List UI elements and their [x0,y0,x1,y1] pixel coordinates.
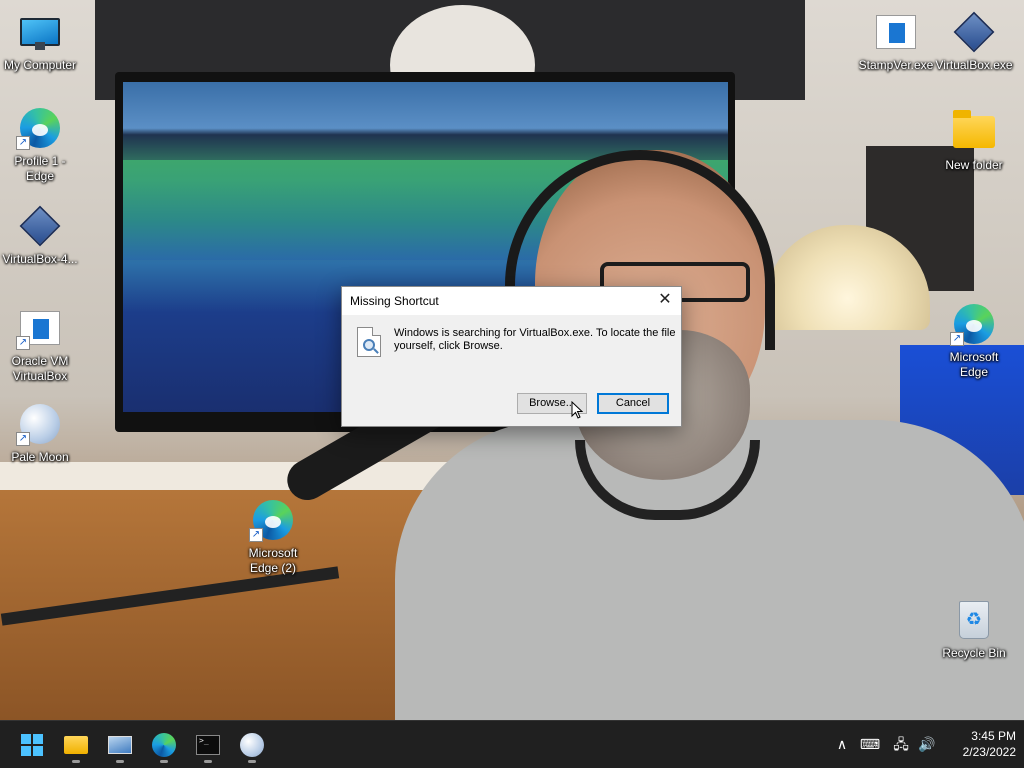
taskbar: >_ ∧ ⌨ 🖧 🔊 3:45 PM 2/23/2022 [0,720,1024,768]
desktop-icon-label: Microsoft Edge [949,350,999,379]
network-icon[interactable]: 🖧 [890,733,912,757]
tray-overflow-chevron-icon[interactable]: ∧ [832,733,852,757]
desktop-icon-label: Recycle Bin [942,646,1006,660]
running-indicator [160,760,168,763]
desktop-icon-label: VirtualBox.exe [935,58,1013,72]
edge-icon: ↗ [249,496,297,544]
edge-icon: ↗ [950,300,998,348]
dialog-titlebar[interactable]: Missing Shortcut ✕ [342,287,681,315]
desktop-icon-microsoft-edge-2[interactable]: ↗ Microsoft Edge (2) [233,496,313,576]
desktop-icon-microsoft-edge[interactable]: ↗ Microsoft Edge [934,300,1014,380]
shortcut-arrow-icon: ↗ [16,136,30,150]
monitor-icon [108,736,132,754]
desktop-icon-profile-edge[interactable]: ↗ Profile 1 - Edge [0,104,80,184]
cancel-button[interactable]: Cancel [597,393,669,414]
document-search-icon [357,327,381,357]
close-icon[interactable]: ✕ [653,289,677,311]
mouse-cursor-icon [571,401,583,419]
shortcut-arrow-icon: ↗ [16,432,30,446]
desktop-icon-pale-moon[interactable]: ↗ Pale Moon [0,400,80,465]
desktop-icon-my-computer[interactable]: My Computer [0,8,80,73]
desktop-icon-label: Microsoft Edge (2) [248,546,298,575]
shortcut-arrow-icon: ↗ [950,332,964,346]
shortcut-arrow-icon: ↗ [16,336,30,350]
desktop-icon-label: My Computer [3,58,77,72]
desktop-icon-new-folder[interactable]: New folder [934,108,1014,173]
desktop-icon-label: Oracle VM VirtualBox [11,354,69,383]
start-button[interactable] [12,725,52,765]
dialog-message: Windows is searching for VirtualBox.exe.… [394,327,676,352]
running-indicator [72,760,80,763]
edge-icon [152,733,176,757]
desktop-icon-label: Pale Moon [11,450,69,464]
volume-icon[interactable]: 🔊 [916,733,938,757]
desktop-icon-stampver[interactable]: StampVer.exe [856,8,936,73]
oracle-vm-icon: ↗ [16,304,64,352]
exe-icon [872,8,920,56]
desktop-icon-label: VirtualBox-4... [2,252,78,266]
desktop-icon-recycle-bin[interactable]: ♻ Recycle Bin [934,596,1014,661]
keyboard-icon[interactable]: ⌨ [858,733,882,757]
recycle-bin-icon: ♻ [950,596,998,644]
taskbar-task-manager[interactable] [100,725,140,765]
taskbar-clock[interactable]: 3:45 PM 2/23/2022 [946,728,1016,760]
folder-icon [64,736,88,754]
taskbar-edge[interactable] [144,725,184,765]
folder-icon [950,108,998,156]
running-indicator [248,760,256,763]
monitor-icon [16,8,64,56]
shortcut-arrow-icon: ↗ [249,528,263,542]
taskbar-file-explorer[interactable] [56,725,96,765]
desktop-icon-label: StampVer.exe [858,58,934,72]
desktop-icon-virtualbox-exe[interactable]: VirtualBox.exe [934,8,1014,73]
desktop-icon-oracle-vm-virtualbox[interactable]: ↗ Oracle VM VirtualBox [0,304,80,384]
pale-moon-icon: ↗ [16,400,64,448]
clock-date: 2/23/2022 [962,745,1016,759]
taskbar-terminal[interactable]: >_ [188,725,228,765]
running-indicator [204,760,212,763]
desktop-icon-label: New folder [945,158,1003,172]
missing-shortcut-dialog: Missing Shortcut ✕ Windows is searching … [341,286,682,427]
dialog-body: Windows is searching for VirtualBox.exe.… [342,315,681,427]
running-indicator [116,760,124,763]
virtualbox-icon [16,202,64,250]
pale-moon-icon [240,733,264,757]
terminal-icon: >_ [196,735,220,755]
edge-icon: ↗ [16,104,64,152]
dialog-title: Missing Shortcut [350,294,439,308]
taskbar-pale-moon[interactable] [232,725,272,765]
desktop-icon-virtualbox-installer[interactable]: VirtualBox-4... [0,202,80,267]
windows-start-icon [21,734,43,756]
virtualbox-icon [950,8,998,56]
desktop-icon-label: Profile 1 - Edge [14,154,66,183]
clock-time: 3:45 PM [971,729,1016,743]
